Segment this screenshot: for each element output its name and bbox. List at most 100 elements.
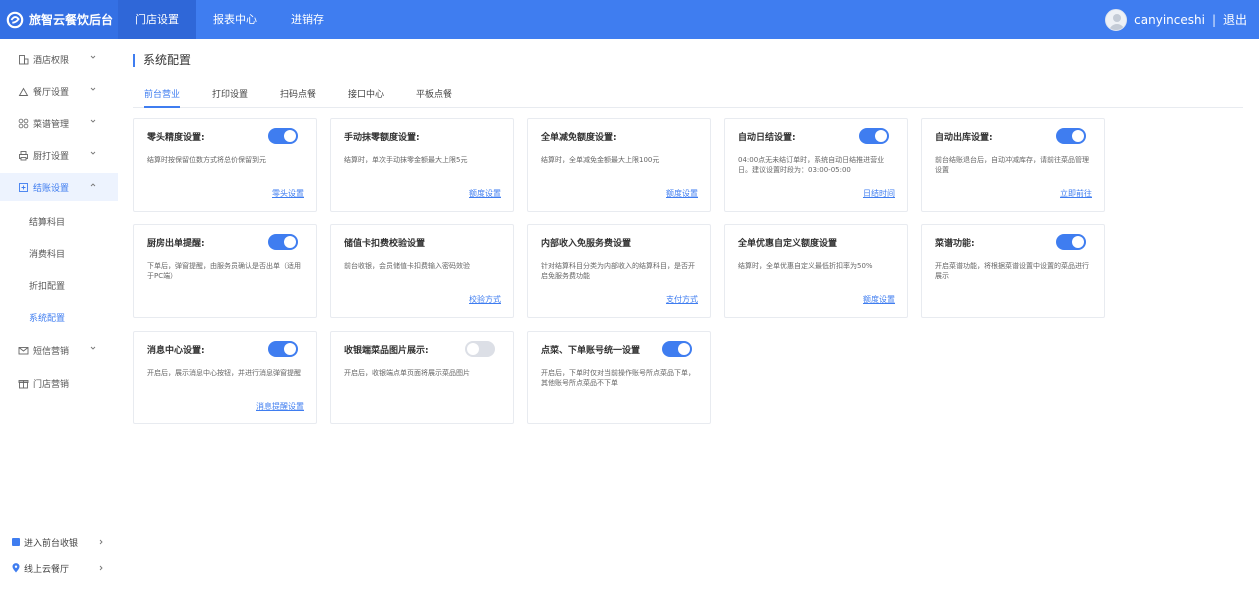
limit-settings-link[interactable]: 额度设置 [863, 294, 895, 305]
card-menu-function: 菜谱功能: 开启菜谱功能，将根据菜谱设置中设置的菜品进行展示 [921, 224, 1105, 318]
page-title: 系统配置 [133, 54, 191, 67]
payment-method-link[interactable]: 支付方式 [666, 294, 698, 305]
message-reminder-settings-link[interactable]: 消息提醒设置 [256, 401, 304, 412]
logout-link[interactable]: 退出 [1223, 11, 1247, 28]
user-separator: | [1211, 12, 1216, 27]
sidebar-item-label: 短信营销 [33, 346, 70, 357]
username[interactable]: canyinceshi [1134, 13, 1205, 27]
card-description: 开启菜谱功能，将根据菜谱设置中设置的菜品进行展示 [935, 262, 1089, 280]
tab-qr-ordering[interactable]: 扫码点餐 [280, 86, 316, 108]
card-description: 开启后，收银端点单页面将展示菜品图片 [344, 369, 470, 377]
building-icon [18, 54, 29, 65]
grid-icon [18, 118, 29, 129]
top-nav-inventory[interactable]: 进销存 [274, 0, 341, 39]
auto-daily-close-toggle[interactable] [859, 128, 889, 144]
card-title: 收银端菜品图片展示: [344, 346, 429, 356]
sidebar-enter-cashier[interactable]: 进入前台收银 [0, 533, 118, 551]
card-custom-discount-limit: 全单优惠自定义额度设置 结算时，全单优惠自定义最低折扣率为50% 额度设置 [724, 224, 908, 318]
tab-api-center[interactable]: 接口中心 [348, 86, 384, 108]
limit-settings-link[interactable]: 额度设置 [666, 188, 698, 199]
menu-function-toggle[interactable] [1056, 234, 1086, 250]
card-description: 开启后，展示消息中心按钮，并进行消息弹窗提醒 [147, 369, 301, 377]
sidebar-bottom-label: 进入前台收银 [24, 538, 79, 549]
card-title: 菜谱功能: [935, 239, 975, 249]
sidebar-bottom-label: 线上云餐厅 [24, 564, 70, 575]
sidebar-subitem-system-config[interactable]: 系统配置 [0, 303, 118, 331]
top-nav-store-settings[interactable]: 门店设置 [118, 0, 196, 39]
chevron-up-icon [90, 183, 96, 187]
card-manual-rounding-limit: 手动抹零额度设置: 结算时，单次手动抹零金额最大上限5元 额度设置 [330, 118, 514, 212]
brand[interactable]: 旅智云餐饮后台 [0, 0, 118, 39]
auto-stock-out-toggle[interactable] [1056, 128, 1086, 144]
sidebar-item-hotel-permissions[interactable]: 酒店权限 [0, 45, 118, 73]
sidebar-subitem-discount-config[interactable]: 折扣配置 [0, 271, 118, 299]
card-title: 自动日结设置: [738, 133, 796, 143]
card-auto-daily-close: 自动日结设置: 04:00点无未结订单时，系统自动日结推进营业日。建议设置时段为… [724, 118, 908, 212]
card-dish-image-display: 收银端菜品图片展示: 开启后，收银端点单页面将展示菜品图片 [330, 331, 514, 424]
message-center-toggle[interactable] [268, 341, 298, 357]
card-description: 结算时，全单减免金额最大上限100元 [541, 156, 660, 164]
chevron-down-icon [90, 55, 96, 59]
chevron-down-icon [90, 119, 96, 123]
card-order-waiver-limit: 全单减免额度设置: 结算时，全单减免金额最大上限100元 额度设置 [527, 118, 711, 212]
tab-bar: 前台营业 打印设置 扫码点餐 接口中心 平板点餐 [133, 86, 1243, 108]
sidebar-item-checkout-settings[interactable]: 结账设置 [0, 173, 118, 201]
card-message-center: 消息中心设置: 开启后，展示消息中心按钮，并进行消息弹窗提醒 消息提醒设置 [133, 331, 317, 424]
card-title: 内部收入免服务费设置 [541, 239, 632, 249]
cashier-icon [12, 538, 20, 546]
location-icon [12, 563, 20, 573]
verification-method-link[interactable]: 校验方式 [469, 294, 501, 305]
rounding-settings-link[interactable]: 零头设置 [272, 188, 304, 199]
brand-logo-icon [6, 11, 24, 28]
card-description: 前台结账退台后，自动冲减库存，请前往菜品管理设置 [935, 156, 1089, 174]
card-title: 自动出库设置: [935, 133, 993, 143]
tab-print-settings[interactable]: 打印设置 [212, 86, 248, 108]
card-title: 手动抹零额度设置: [344, 133, 420, 143]
daily-close-time-link[interactable]: 日结时间 [863, 188, 895, 199]
go-now-link[interactable]: 立即前往 [1060, 188, 1092, 199]
order-account-unify-toggle[interactable] [662, 341, 692, 357]
chevron-down-icon [90, 151, 96, 155]
sidebar-cloud-restaurant[interactable]: 线上云餐厅 [0, 559, 118, 577]
card-description: 04:00点无未结订单时，系统自动日结推进营业日。建议设置时段为：03:00-0… [738, 156, 885, 174]
card-title: 消息中心设置: [147, 346, 205, 356]
user-area: canyinceshi | 退出 [1105, 0, 1247, 39]
brand-name: 旅智云餐饮后台 [29, 13, 114, 27]
sidebar-item-label: 厨打设置 [33, 151, 70, 162]
card-auto-stock-out: 自动出库设置: 前台结账退台后，自动冲减库存，请前往菜品管理设置 立即前往 [921, 118, 1105, 212]
tab-tablet-ordering[interactable]: 平板点餐 [416, 86, 452, 108]
sidebar-item-sms-marketing[interactable]: 短信营销 [0, 336, 118, 364]
sidebar-item-kitchen-print[interactable]: 厨打设置 [0, 141, 118, 169]
sidebar-item-label: 餐厅设置 [33, 87, 70, 98]
kitchen-print-reminder-toggle[interactable] [268, 234, 298, 250]
checkout-icon [18, 182, 29, 193]
card-description: 下单后，弹窗提醒，由服务员确认是否出单（适用于PC端） [147, 262, 301, 280]
chevron-down-icon [90, 346, 96, 350]
printer-icon [18, 150, 29, 161]
card-description: 结算时，单次手动抹零金额最大上限5元 [344, 156, 468, 164]
sidebar-item-store-marketing[interactable]: 门店营销 [0, 369, 118, 397]
sidebar-item-menu-management[interactable]: 菜谱管理 [0, 109, 118, 137]
chevron-right-icon [99, 539, 103, 545]
sidebar-item-label: 酒店权限 [33, 55, 70, 66]
card-kitchen-print-reminder: 厨房出单提醒: 下单后，弹窗提醒，由服务员确认是否出单（适用于PC端） [133, 224, 317, 318]
card-title: 零头精度设置: [147, 133, 205, 143]
sidebar-item-label: 菜谱管理 [33, 119, 70, 130]
sidebar-subitem-consumption-subjects[interactable]: 消费科目 [0, 239, 118, 267]
sidebar-subitem-settlement-subjects[interactable]: 结算科目 [0, 207, 118, 235]
tab-front-desk[interactable]: 前台营业 [144, 86, 181, 108]
sidebar-item-restaurant-settings[interactable]: 餐厅设置 [0, 77, 118, 105]
chevron-down-icon [90, 87, 96, 91]
card-title: 储值卡扣费校验设置 [344, 239, 426, 249]
main-content: 系统配置 前台营业 打印设置 扫码点餐 接口中心 平板点餐 零头精度设置: 结算… [118, 39, 1259, 602]
card-stored-value-verification: 储值卡扣费校验设置 前台收银，会员储值卡扣费输入密码效验 校验方式 [330, 224, 514, 318]
dish-image-display-toggle[interactable] [465, 341, 495, 357]
limit-settings-link[interactable]: 额度设置 [469, 188, 501, 199]
card-rounding-precision: 零头精度设置: 结算时按保留位数方式将总价保留到元 零头设置 [133, 118, 317, 212]
rounding-precision-toggle[interactable] [268, 128, 298, 144]
top-nav-reports[interactable]: 报表中心 [196, 0, 274, 39]
card-internal-income-service-fee: 内部收入免服务费设置 针对结算科目分类为内部收入的结算科目，是否开启免服务费功能… [527, 224, 711, 318]
avatar[interactable] [1105, 8, 1128, 31]
card-description: 前台收银，会员储值卡扣费输入密码效验 [344, 262, 470, 270]
top-nav: 门店设置 报表中心 进销存 [118, 0, 341, 39]
